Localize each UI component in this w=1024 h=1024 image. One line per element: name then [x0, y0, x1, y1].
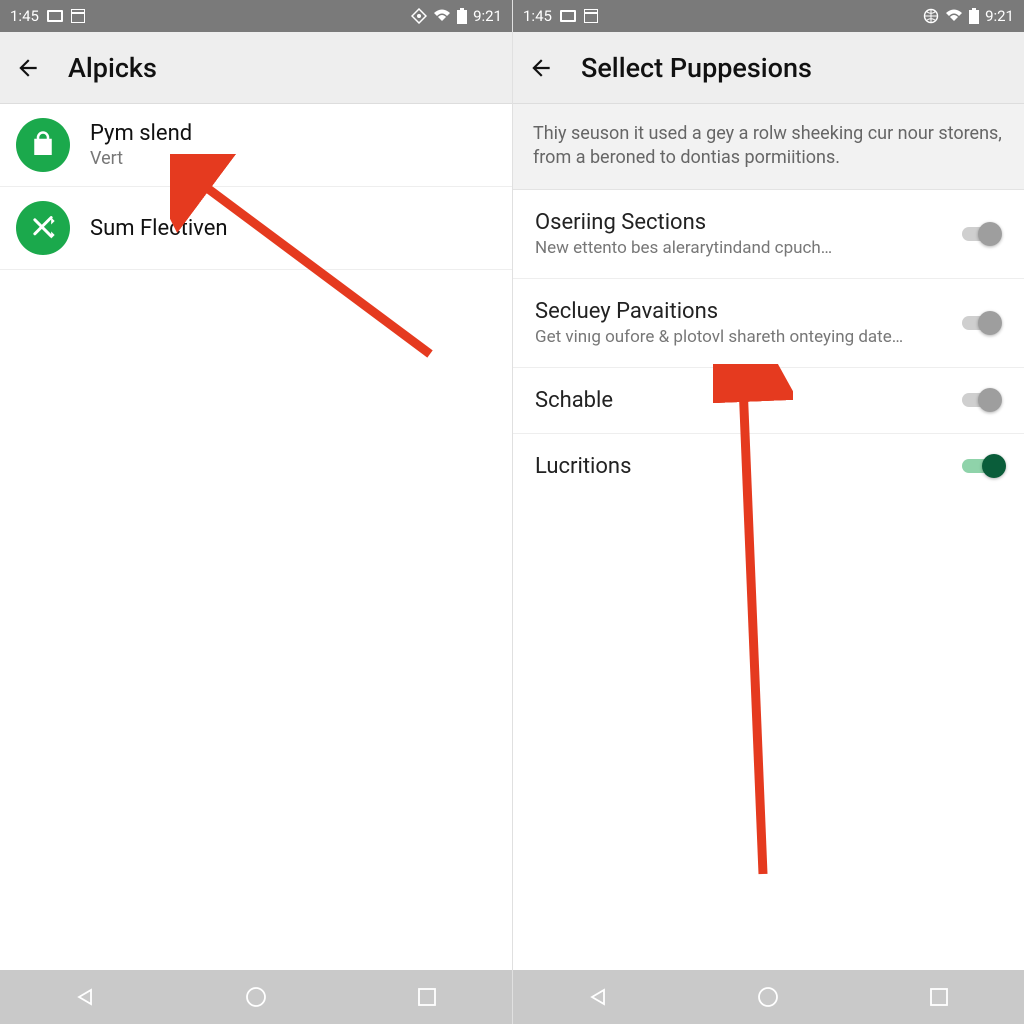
- description-text: Thiy seuson it used a gey a rolw sheekin…: [513, 104, 1024, 190]
- nav-recent-button[interactable]: [397, 981, 457, 1013]
- nav-back-button[interactable]: [55, 981, 115, 1013]
- back-button[interactable]: [527, 54, 555, 82]
- nav-home-button[interactable]: [738, 981, 798, 1013]
- list-item-title: Pym slend: [90, 121, 192, 146]
- switch-toggle[interactable]: [960, 388, 1004, 412]
- page-title: Alpicks: [68, 52, 157, 84]
- navigation-bar: [0, 970, 512, 1024]
- globe-icon: [923, 8, 939, 24]
- status-time: 9:21: [985, 7, 1014, 25]
- status-bar: 1:45 9:21: [513, 0, 1024, 32]
- app-bar: Sellect Puppesions: [513, 32, 1024, 104]
- list-item-sub: Vert: [90, 148, 192, 169]
- left-screenshot: 1:45 9:21 Alpicks Pym slend Vert: [0, 0, 512, 1024]
- toggle-title: Schable: [535, 388, 946, 413]
- diamond-icon: [411, 8, 427, 24]
- window-icon: [71, 9, 85, 23]
- battery-icon: [457, 8, 467, 24]
- nav-home-button[interactable]: [226, 981, 286, 1013]
- status-time-left: 1:45: [10, 7, 39, 25]
- battery-icon: [969, 8, 979, 24]
- status-time-left: 1:45: [523, 7, 552, 25]
- cross-arrows-icon: [16, 201, 70, 255]
- right-screenshot: 1:45 9:21 Sellect Puppesions Thiy seuson…: [512, 0, 1024, 1024]
- toggle-row[interactable]: Secluey Pavaitions Get vinıg oufore & pl…: [513, 279, 1024, 368]
- list-item-title: Sum Flectiven: [90, 216, 228, 241]
- wifi-icon: [945, 9, 963, 23]
- list-item[interactable]: Sum Flectiven: [0, 187, 512, 270]
- content-area: Thiy seuson it used a gey a rolw sheekin…: [513, 104, 1024, 970]
- toggle-row[interactable]: Oseriing Sections New ettento bes alerar…: [513, 190, 1024, 279]
- switch-toggle[interactable]: [960, 454, 1004, 478]
- content-area: Pym slend Vert Sum Flectiven: [0, 104, 512, 970]
- switch-toggle[interactable]: [960, 311, 1004, 335]
- card-icon: [47, 10, 63, 22]
- status-bar: 1:45 9:21: [0, 0, 512, 32]
- back-button[interactable]: [14, 54, 42, 82]
- app-bar: Alpicks: [0, 32, 512, 104]
- toggle-title: Secluey Pavaitions: [535, 299, 946, 324]
- navigation-bar: [513, 970, 1024, 1024]
- nav-recent-button[interactable]: [909, 981, 969, 1013]
- toggle-row[interactable]: Lucritions: [513, 434, 1024, 499]
- toggle-title: Lucritions: [535, 454, 946, 479]
- toggle-sub: Get vinıg oufore & plotovl shareth ontey…: [535, 327, 946, 347]
- toggle-row[interactable]: Schable: [513, 368, 1024, 434]
- list-item[interactable]: Pym slend Vert: [0, 104, 512, 187]
- switch-toggle[interactable]: [960, 222, 1004, 246]
- page-title: Sellect Puppesions: [581, 52, 812, 84]
- wifi-icon: [433, 9, 451, 23]
- card-icon: [560, 10, 576, 22]
- toggle-sub: New ettento bes alerarytindand cpuch…: [535, 238, 946, 258]
- bag-icon: [16, 118, 70, 172]
- window-icon: [584, 9, 598, 23]
- status-time: 9:21: [473, 7, 502, 25]
- toggle-title: Oseriing Sections: [535, 210, 946, 235]
- nav-back-button[interactable]: [568, 981, 628, 1013]
